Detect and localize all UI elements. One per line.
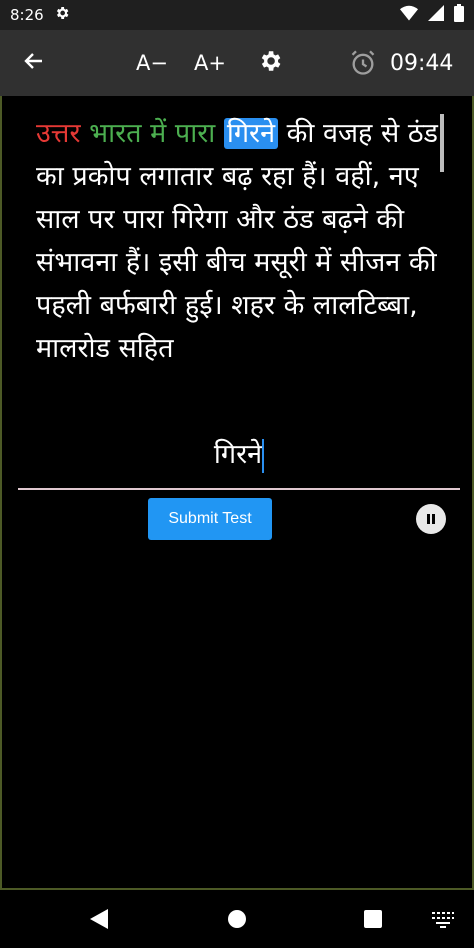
passage-word: बर्फबारी xyxy=(99,290,177,321)
passage-word: गिरने xyxy=(223,118,279,149)
passage-word: ठंड xyxy=(407,118,438,149)
passage-word: प्रकोप xyxy=(72,161,131,192)
typed-text: गिरने xyxy=(213,439,263,470)
passage-word: लालटिब्बा, xyxy=(312,290,418,321)
passage-word: बढ़ने xyxy=(322,204,368,235)
passage-word: मसूरी xyxy=(254,247,307,278)
passage-word: बीच xyxy=(206,247,246,278)
status-bar: 8:26 xyxy=(0,0,474,30)
passage-word: का xyxy=(36,161,64,192)
nav-recents-button[interactable] xyxy=(360,908,386,934)
signal-icon xyxy=(428,5,444,25)
passage-word: की xyxy=(376,204,405,235)
passage-word: रहा xyxy=(261,161,294,192)
font-decrease-button[interactable]: A− xyxy=(132,43,172,83)
passage-word: लगातार xyxy=(139,161,214,192)
typing-test-area: उत्तर भारत में पारा गिरने की वजह से ठंड … xyxy=(0,96,474,890)
passage-word: साल xyxy=(36,204,80,235)
system-nav-bar xyxy=(0,890,474,948)
font-increase-label: A+ xyxy=(194,51,226,75)
keyboard-switch-button[interactable] xyxy=(428,908,458,934)
nav-back-button[interactable] xyxy=(86,908,112,934)
passage-word: वहीं, xyxy=(335,161,381,192)
passage-word: हुई। xyxy=(184,290,223,321)
passage-word: सीजन xyxy=(340,247,401,278)
pause-icon xyxy=(425,510,437,529)
typing-input[interactable]: गिरने xyxy=(2,434,474,473)
alarm-clock-icon xyxy=(346,46,380,80)
passage-word: भारत xyxy=(89,118,142,149)
passage-word: मालरोड xyxy=(36,333,110,364)
passage-word: उत्तर xyxy=(36,118,81,149)
toolbar: A− A+ 09:44 xyxy=(0,30,474,96)
input-underline xyxy=(18,488,460,490)
passage-word: संभावना xyxy=(36,247,118,278)
recents-square-icon xyxy=(364,910,382,932)
passage-word: के xyxy=(283,290,305,321)
back-triangle-icon xyxy=(90,909,108,933)
scrollbar-thumb[interactable] xyxy=(440,114,444,172)
gear-icon xyxy=(54,5,70,25)
font-increase-button[interactable]: A+ xyxy=(190,43,230,83)
passage-word: शहर xyxy=(231,290,276,321)
pause-button[interactable] xyxy=(416,504,446,534)
passage-word: गिरेगा xyxy=(172,204,228,235)
wifi-icon xyxy=(400,5,418,25)
passage-word: की xyxy=(286,118,315,149)
passage-word: की xyxy=(408,247,437,278)
status-time: 8:26 xyxy=(10,6,44,24)
passage-word: पर xyxy=(88,204,115,235)
passage-word: सहित xyxy=(118,333,174,364)
countdown-timer: 09:44 xyxy=(390,50,454,76)
text-caret xyxy=(262,438,265,473)
passage-word: पहली xyxy=(36,290,91,321)
passage-word: नए xyxy=(388,161,419,192)
passage-word: और xyxy=(236,204,275,235)
passage-word: हैं। xyxy=(302,161,327,192)
passage-word: में xyxy=(315,247,332,278)
nav-home-button[interactable] xyxy=(224,908,250,934)
settings-button[interactable] xyxy=(250,43,290,83)
passage-text: उत्तर भारत में पारा गिरने की वजह से ठंड … xyxy=(36,112,446,370)
submit-test-button[interactable]: Submit Test xyxy=(148,498,272,540)
passage-word: हैं। xyxy=(125,247,151,278)
back-arrow-icon xyxy=(22,49,46,77)
passage-word: इसी xyxy=(158,247,198,278)
settings-gear-icon xyxy=(257,48,283,78)
home-circle-icon xyxy=(227,909,247,933)
passage-word: वजह xyxy=(322,118,373,149)
passage-word: ठंड xyxy=(283,204,314,235)
keyboard-icon xyxy=(431,910,455,932)
passage-word: पारा xyxy=(174,118,216,149)
passage-word: में xyxy=(150,118,167,149)
battery-icon xyxy=(454,4,464,26)
passage-word: बढ़ xyxy=(221,161,253,192)
passage-word: पारा xyxy=(123,204,164,235)
passage-word: से xyxy=(380,118,400,149)
font-decrease-label: A− xyxy=(136,51,168,75)
back-button[interactable] xyxy=(14,43,54,83)
